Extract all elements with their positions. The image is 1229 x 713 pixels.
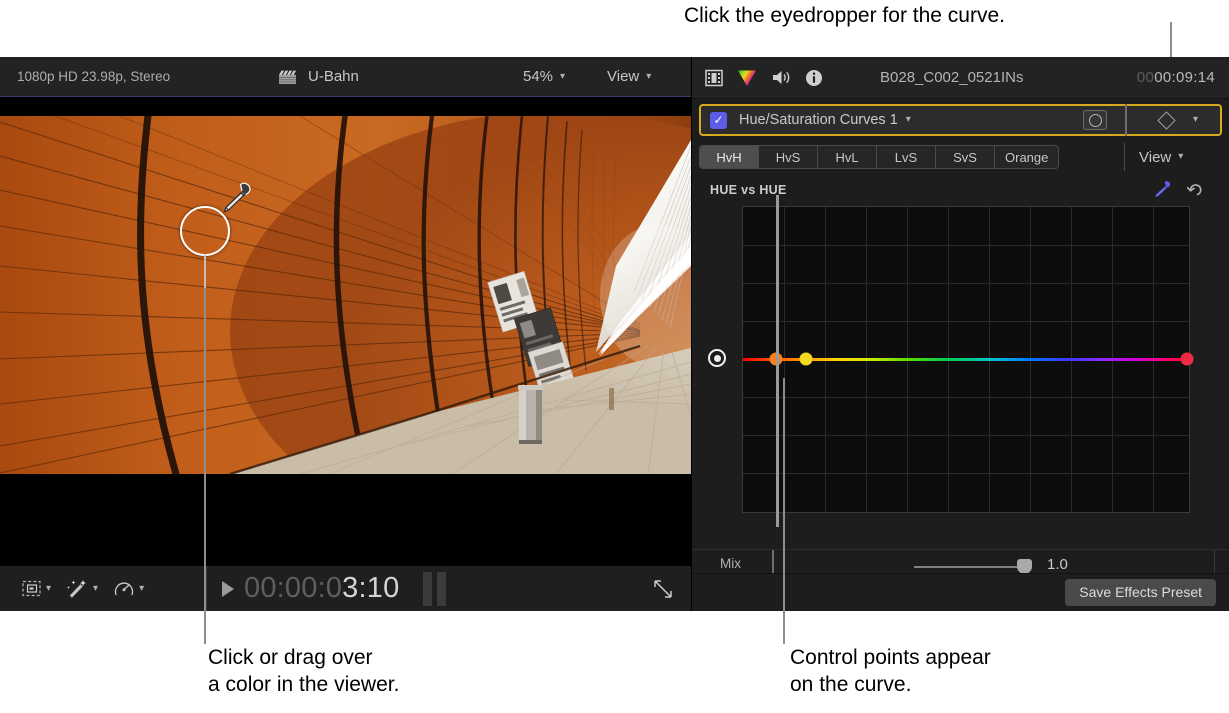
viewer-format-label: 1080p HD 23.98p, Stereo xyxy=(17,69,170,84)
play-icon[interactable] xyxy=(222,581,234,597)
reset-arrow-icon[interactable] xyxy=(1186,181,1205,199)
viewer-zoom-menu[interactable]: 54% ▾ xyxy=(523,68,565,85)
viewer-timecode[interactable]: 00:00:03:10 xyxy=(244,572,399,605)
toolbar-divider xyxy=(206,566,207,611)
gridline-horizontal xyxy=(743,321,1189,322)
callout-bottom-right-text: Control points appear on the curve. xyxy=(790,644,991,698)
chevron-down-icon: ▾ xyxy=(139,584,144,594)
inspector-view-label: View xyxy=(1139,149,1171,166)
viewer-pane: 1080p HD 23.98p, Stereo U-Bahn 54% ▾ xyxy=(0,57,691,611)
chevron-down-icon: ▾ xyxy=(560,72,565,82)
effect-name-label: Hue/Saturation Curves 1 xyxy=(739,112,898,128)
effect-row-hue-saturation-curves[interactable]: ✓ Hue/Saturation Curves 1 ▾ ▾ xyxy=(699,104,1222,136)
mix-slider-knob[interactable] xyxy=(1017,559,1032,573)
mix-parameter-row[interactable]: Mix 1.0 xyxy=(692,549,1229,573)
tab-svs[interactable]: SvS xyxy=(936,146,995,168)
viewer-speed-button[interactable]: ▾ xyxy=(106,575,152,603)
callout-right-leader-line xyxy=(783,378,785,644)
inspector-footer: Save Effects Preset xyxy=(692,573,1229,611)
viewer-tool-group: ▾ ▾ xyxy=(0,575,206,603)
gridline-horizontal xyxy=(743,283,1189,284)
graph-tool-group xyxy=(1152,180,1205,200)
callout-top-text: Click the eyedropper for the curve. xyxy=(684,2,1005,29)
inspector-clip-title: B028_C002_0521INs xyxy=(880,69,1023,86)
mix-slider-track[interactable] xyxy=(914,566,1024,568)
viewer-top-bar: 1080p HD 23.98p, Stereo U-Bahn 54% ▾ xyxy=(0,57,691,97)
curve-plot[interactable] xyxy=(742,206,1190,513)
eyedropper-icon[interactable] xyxy=(1152,180,1172,200)
control-point-red[interactable] xyxy=(1181,353,1194,366)
graph-header-row: HUE vs HUE xyxy=(692,180,1229,200)
mix-label: Mix xyxy=(720,556,741,571)
timecode-lit-part: 3:10 xyxy=(342,572,399,604)
tab-lvs[interactable]: LvS xyxy=(877,146,936,168)
viewer-view-menu[interactable]: View ▾ xyxy=(607,68,651,85)
speaker-icon[interactable] xyxy=(771,69,791,86)
keyframe-diamond-icon[interactable] xyxy=(1157,111,1175,129)
effect-row-divider xyxy=(1125,104,1127,136)
shape-mask-icon[interactable] xyxy=(1083,110,1107,130)
tab-hvs[interactable]: HvS xyxy=(759,146,818,168)
mix-row-divider xyxy=(772,549,774,573)
video-frame-subway-tunnel xyxy=(0,116,691,474)
gridline-horizontal xyxy=(743,435,1189,436)
tab-hvh[interactable]: HvH xyxy=(700,146,759,168)
tab-hvl[interactable]: HvL xyxy=(818,146,877,168)
inspector-pane: B028_C002_0521INs 0000:09:14 ✓ Hue/Satur… xyxy=(691,57,1229,611)
show-hide-icon xyxy=(22,580,41,597)
audio-meter-bar xyxy=(437,572,446,606)
tab-orange[interactable]: Orange xyxy=(995,146,1058,168)
tab-row-divider xyxy=(1124,143,1125,171)
speed-gauge-icon xyxy=(114,579,134,598)
viewer-show-hide-button[interactable]: ▾ xyxy=(14,575,59,603)
audio-meter xyxy=(423,572,446,606)
viewer-clip-info: U-Bahn xyxy=(278,68,359,85)
save-effects-preset-button[interactable]: Save Effects Preset xyxy=(1065,579,1216,606)
chevron-down-icon: ▾ xyxy=(46,584,51,594)
inspector-timecode-lit: 00:09:14 xyxy=(1154,69,1215,86)
viewer-fullscreen-button[interactable] xyxy=(653,579,673,599)
viewer-clip-name: U-Bahn xyxy=(308,68,359,85)
expand-arrows-icon xyxy=(653,579,673,599)
chevron-down-icon[interactable]: ▾ xyxy=(906,115,911,125)
gridline-horizontal xyxy=(743,473,1189,474)
viewer-playback-group: 00:00:03:10 xyxy=(222,572,446,606)
viewer-canvas[interactable] xyxy=(0,97,691,565)
curve-type-tab-row: HvH HvS HvL LvS SvS Orange View ▾ xyxy=(699,145,1222,169)
eyedropper-cursor-icon xyxy=(214,179,254,219)
callout-left-leader-line xyxy=(204,288,206,644)
graph-playhead[interactable] xyxy=(776,195,779,527)
viewer-zoom-value: 54% xyxy=(523,68,553,85)
mix-right-divider xyxy=(1214,549,1215,573)
effect-enable-checkbox[interactable]: ✓ xyxy=(710,112,727,129)
chevron-down-icon: ▾ xyxy=(646,72,651,82)
gridline-horizontal xyxy=(743,245,1189,246)
gridline-horizontal xyxy=(743,397,1189,398)
mix-value[interactable]: 1.0 xyxy=(1047,556,1068,573)
chevron-down-icon: ▾ xyxy=(1178,152,1183,162)
timecode-dim-part: 00:00:0 xyxy=(244,572,342,604)
curve-type-tabs: HvH HvS HvL LvS SvS Orange xyxy=(699,145,1059,169)
target-circle-icon[interactable] xyxy=(708,349,726,367)
inspector-timecode-dim: 00 xyxy=(1137,69,1154,86)
inspector-tab-icons xyxy=(692,69,823,87)
callout-bottom-left-text: Click or drag over a color in the viewer… xyxy=(208,644,399,698)
chevron-down-icon[interactable]: ▾ xyxy=(1193,115,1198,125)
effects-wand-icon xyxy=(67,579,88,598)
inspector-view-menu[interactable]: View ▾ xyxy=(1139,149,1183,166)
film-strip-icon[interactable] xyxy=(705,69,723,87)
color-wheel-icon[interactable] xyxy=(737,69,757,87)
chevron-down-icon: ▾ xyxy=(93,584,98,594)
audio-meter-bar xyxy=(423,572,432,606)
clapper-board-icon xyxy=(278,69,297,85)
inspector-timecode: 0000:09:14 xyxy=(1137,69,1215,86)
app-window: 1080p HD 23.98p, Stereo U-Bahn 54% ▾ xyxy=(0,57,1229,611)
control-point-yellow[interactable] xyxy=(800,353,813,366)
info-icon[interactable] xyxy=(805,69,823,87)
viewer-effects-button[interactable]: ▾ xyxy=(59,575,106,603)
viewer-view-label: View xyxy=(607,68,639,85)
inspector-header: B028_C002_0521INs 0000:09:14 xyxy=(692,57,1229,99)
viewer-bottom-bar: ▾ ▾ xyxy=(0,565,691,611)
